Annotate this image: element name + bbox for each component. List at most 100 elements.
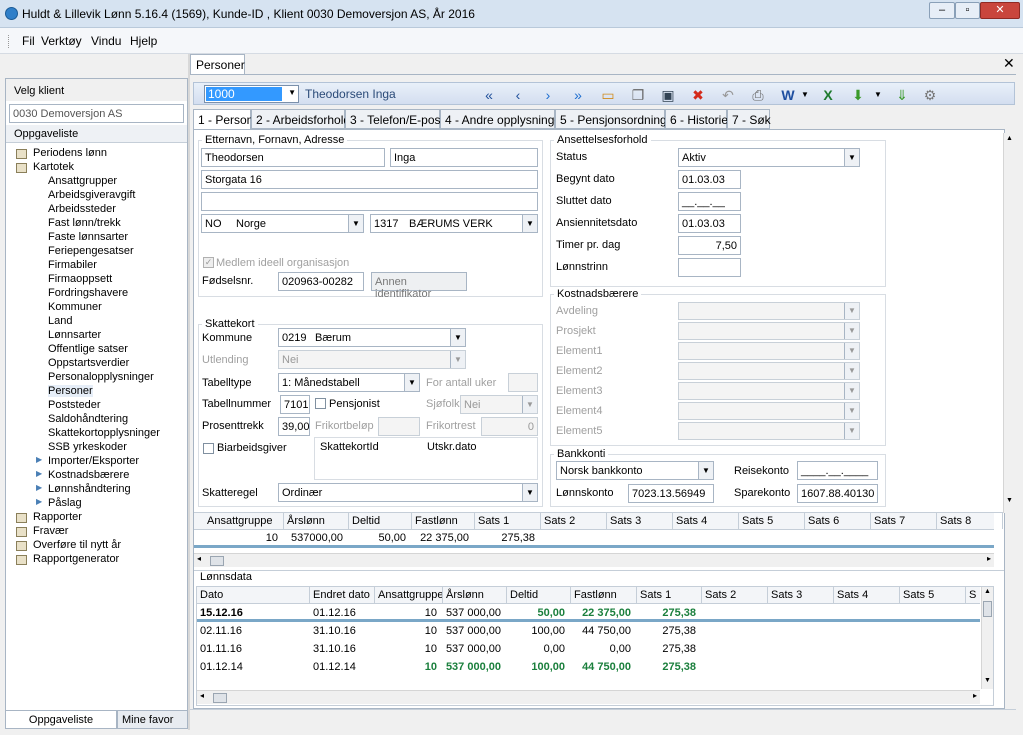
sjofolk-combo[interactable]: Nei ▼: [460, 395, 538, 414]
tree-item[interactable]: Kommuner: [6, 301, 187, 315]
person-id-value[interactable]: 1000: [206, 87, 282, 101]
bank-type-combo[interactable]: Norsk bankkonto ▼: [556, 461, 714, 480]
close-window-button[interactable]: ✕: [980, 2, 1020, 19]
tree-item[interactable]: Kartotek: [6, 161, 187, 175]
utlending-combo[interactable]: Nei ▼: [278, 350, 466, 369]
client-field[interactable]: 0030 Demoversjon AS: [9, 104, 184, 123]
spare-field[interactable]: 1607.88.40130: [797, 484, 878, 503]
salary-col-header[interactable]: Sats 5: [739, 513, 805, 529]
chevron-down-icon[interactable]: ▼: [522, 215, 537, 232]
history-hscroll[interactable]: ◂ ▸: [197, 690, 980, 704]
scroll-left-icon[interactable]: ◂: [200, 691, 204, 700]
salary-col-header[interactable]: Sats 8: [937, 513, 1003, 529]
tree-item[interactable]: ▶ Importer/Eksporter: [6, 455, 187, 469]
history-col-header[interactable]: Sats 1: [637, 587, 702, 603]
chevron-down-icon[interactable]: ▼: [522, 396, 537, 413]
chevron-down-icon[interactable]: ▼: [844, 323, 859, 339]
history-row[interactable]: 01.11.16 31.10.16 10 537 000,00 0,00 0,00 275,…: [197, 641, 980, 658]
cost-item-combo[interactable]: ▼: [678, 342, 860, 360]
tree-expand-icon[interactable]: ▶: [36, 497, 42, 506]
chevron-down-icon[interactable]: ▼: [522, 484, 537, 501]
tabellnr-field[interactable]: 7101: [280, 395, 310, 414]
tab-sok[interactable]: 7 - Søk: [727, 109, 771, 129]
tree-item[interactable]: Firmaoppsett: [6, 273, 187, 287]
tree-item[interactable]: Arbeidssteder: [6, 203, 187, 217]
salary-col-header[interactable]: Sats 3: [607, 513, 673, 529]
tree-expand-icon[interactable]: ▶: [36, 469, 42, 478]
chevron-down-icon[interactable]: ▼: [844, 363, 859, 379]
biarbeid-checkbox[interactable]: [203, 443, 214, 454]
chevron-down-icon[interactable]: ▼: [844, 149, 859, 166]
tree-item[interactable]: Oppstartsverdier: [6, 357, 187, 371]
tree-item[interactable]: Fravær: [6, 525, 187, 539]
history-col-header[interactable]: Deltid: [507, 587, 571, 603]
tab-arbeidsforhold[interactable]: 2 - Arbeidsforhold: [251, 109, 350, 129]
salary-hscroll[interactable]: ◂ ▸: [194, 553, 994, 567]
postal-combo[interactable]: 1317 BÆRUMS VERK ▼: [370, 214, 538, 233]
scroll-up-icon[interactable]: ▲: [984, 588, 991, 595]
start-field[interactable]: 01.03.03: [678, 170, 741, 189]
cost-item-combo[interactable]: ▼: [678, 422, 860, 440]
chevron-down-icon[interactable]: ▼: [450, 351, 465, 368]
chevron-down-icon[interactable]: ▼: [844, 383, 859, 399]
kommune-combo[interactable]: 0219 Bærum ▼: [278, 328, 466, 347]
history-row[interactable]: 02.11.16 31.10.16 10 537 000,00 100,00 44 750…: [197, 623, 980, 640]
delete-icon[interactable]: ✖: [690, 87, 706, 103]
scroll-down-icon[interactable]: ▼: [984, 677, 991, 684]
address2-field[interactable]: [201, 192, 538, 211]
history-col-header[interactable]: Endret dato: [310, 587, 375, 603]
tree-item[interactable]: Personer: [6, 385, 187, 399]
chevron-down-icon[interactable]: ▼: [698, 462, 713, 479]
last-record-icon[interactable]: »: [570, 87, 586, 103]
salary-cell[interactable]: 22 375,00: [412, 532, 469, 544]
splitter[interactable]: [188, 54, 190, 730]
person-id-combo[interactable]: 1000 ▼: [204, 85, 299, 103]
chevron-down-icon[interactable]: ▼: [288, 88, 296, 97]
tree-expand-icon[interactable]: ▶: [36, 455, 42, 464]
tree-item[interactable]: Fordringshavere: [6, 287, 187, 301]
chevron-down-icon[interactable]: ▼: [844, 423, 859, 439]
maximize-button[interactable]: ▫: [955, 2, 980, 19]
tree-expand-icon[interactable]: ▶: [36, 483, 42, 492]
address1-field[interactable]: Storgata 16: [201, 170, 538, 189]
menu-vindu[interactable]: Vindu: [91, 34, 121, 48]
tree-item[interactable]: Periodens lønn: [6, 147, 187, 161]
tree-item[interactable]: Saldohåndtering: [6, 413, 187, 427]
history-row[interactable]: 15.12.16 01.12.16 10 537 000,00 50,00 22 375,…: [197, 605, 980, 622]
history-scroll-thumb[interactable]: [983, 601, 992, 617]
country-combo[interactable]: NO Norge ▼: [201, 214, 364, 233]
salary-col-header[interactable]: Sats 4: [673, 513, 739, 529]
first-record-icon[interactable]: «: [481, 87, 497, 103]
tree-item[interactable]: ▶ Påslag: [6, 497, 187, 511]
history-col-header[interactable]: Sats 5: [900, 587, 966, 603]
antall-uker-field[interactable]: [508, 373, 538, 392]
word-icon[interactable]: W: [780, 87, 796, 103]
chevron-down-icon[interactable]: ▼: [450, 329, 465, 346]
end-field[interactable]: __.__.__: [678, 192, 741, 211]
history-vscroll[interactable]: ▲ ▼: [981, 587, 993, 689]
prosent-field[interactable]: 39,00: [278, 417, 310, 436]
new-icon[interactable]: ▭: [600, 87, 616, 103]
pensjonist-checkbox[interactable]: [315, 398, 326, 409]
tree-item[interactable]: Land: [6, 315, 187, 329]
reise-field[interactable]: ____.__.____: [797, 461, 878, 480]
tree-item[interactable]: Fast lønn/trekk: [6, 217, 187, 231]
form-vscroll[interactable]: ▲ ▼: [1003, 133, 1016, 513]
cost-item-combo[interactable]: ▼: [678, 302, 860, 320]
lastname-field[interactable]: Theodorsen: [201, 148, 385, 167]
frikort-field[interactable]: [378, 417, 420, 436]
menu-verktoy[interactable]: Verktøy: [41, 34, 82, 48]
tree-item[interactable]: Rapporter: [6, 511, 187, 525]
tree-item[interactable]: Overføre til nytt år: [6, 539, 187, 553]
lonn-field[interactable]: 7023.13.56949: [628, 484, 714, 503]
salary-col-header[interactable]: Ansattgruppe: [204, 513, 284, 529]
status-combo[interactable]: Aktiv ▼: [678, 148, 860, 167]
salary-col-header[interactable]: Fastlønn: [412, 513, 475, 529]
history-col-header[interactable]: Sats 3: [768, 587, 834, 603]
history-col-header[interactable]: Dato: [197, 587, 310, 603]
scroll-left-icon[interactable]: ◂: [197, 554, 201, 563]
prev-record-icon[interactable]: ‹: [510, 87, 526, 103]
word-dropdown-icon[interactable]: ▼: [797, 87, 813, 103]
tabelltype-combo[interactable]: 1: Månedstabell ▼: [278, 373, 420, 392]
salary-col-header[interactable]: Sats 7: [871, 513, 937, 529]
